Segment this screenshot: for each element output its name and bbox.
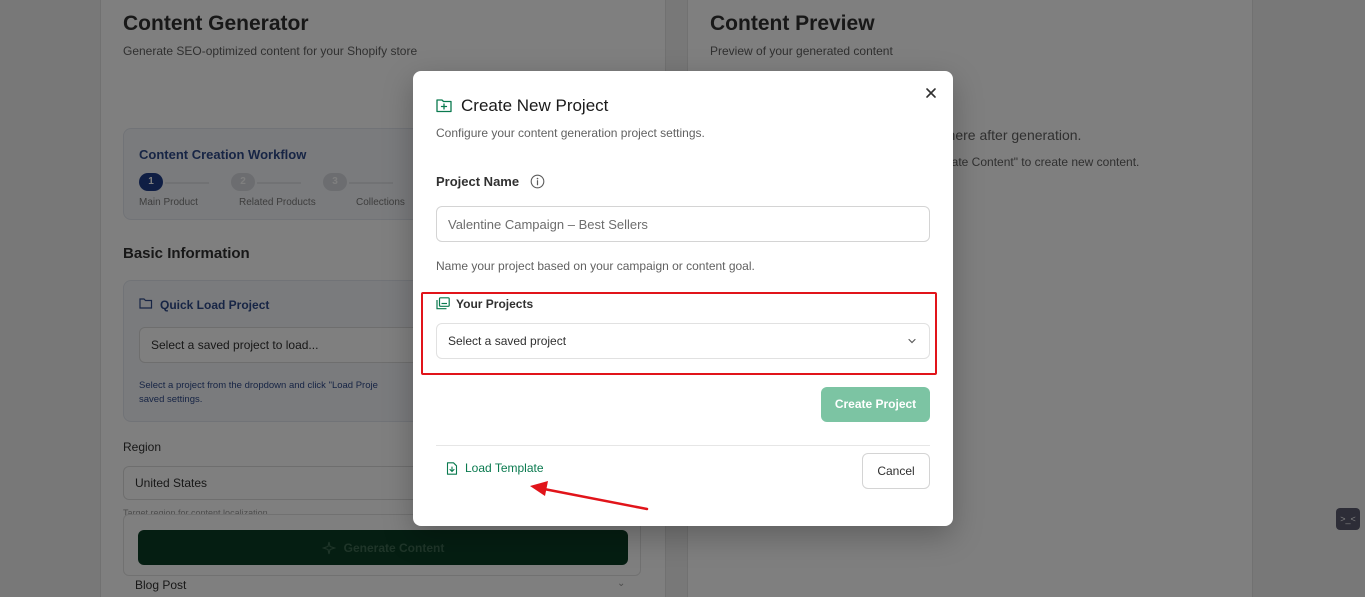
- file-download-icon: [446, 461, 458, 475]
- info-icon[interactable]: [530, 174, 545, 189]
- modal-title: Create New Project: [461, 96, 609, 115]
- footer-divider: [436, 445, 930, 446]
- saved-project-select-value: Select a saved project: [448, 334, 567, 348]
- close-icon[interactable]: [923, 85, 939, 101]
- load-template-button[interactable]: Load Template: [446, 461, 544, 475]
- saved-project-select[interactable]: Select a saved project: [436, 323, 930, 359]
- chevron-down-icon: [908, 338, 916, 344]
- project-name-input[interactable]: [436, 206, 930, 242]
- project-name-help: Name your project based on your campaign…: [436, 259, 755, 273]
- create-project-button[interactable]: Create Project: [821, 387, 930, 422]
- stacked-folders-icon: [436, 297, 450, 310]
- folder-plus-icon: [436, 99, 452, 113]
- load-template-label: Load Template: [465, 461, 544, 475]
- modal-subtitle: Configure your content generation projec…: [436, 126, 705, 140]
- cancel-button[interactable]: Cancel: [862, 453, 930, 489]
- your-projects-label: Your Projects: [456, 297, 534, 311]
- project-name-label: Project Name: [436, 174, 520, 189]
- create-project-modal: Create New Project Configure your conten…: [413, 71, 953, 526]
